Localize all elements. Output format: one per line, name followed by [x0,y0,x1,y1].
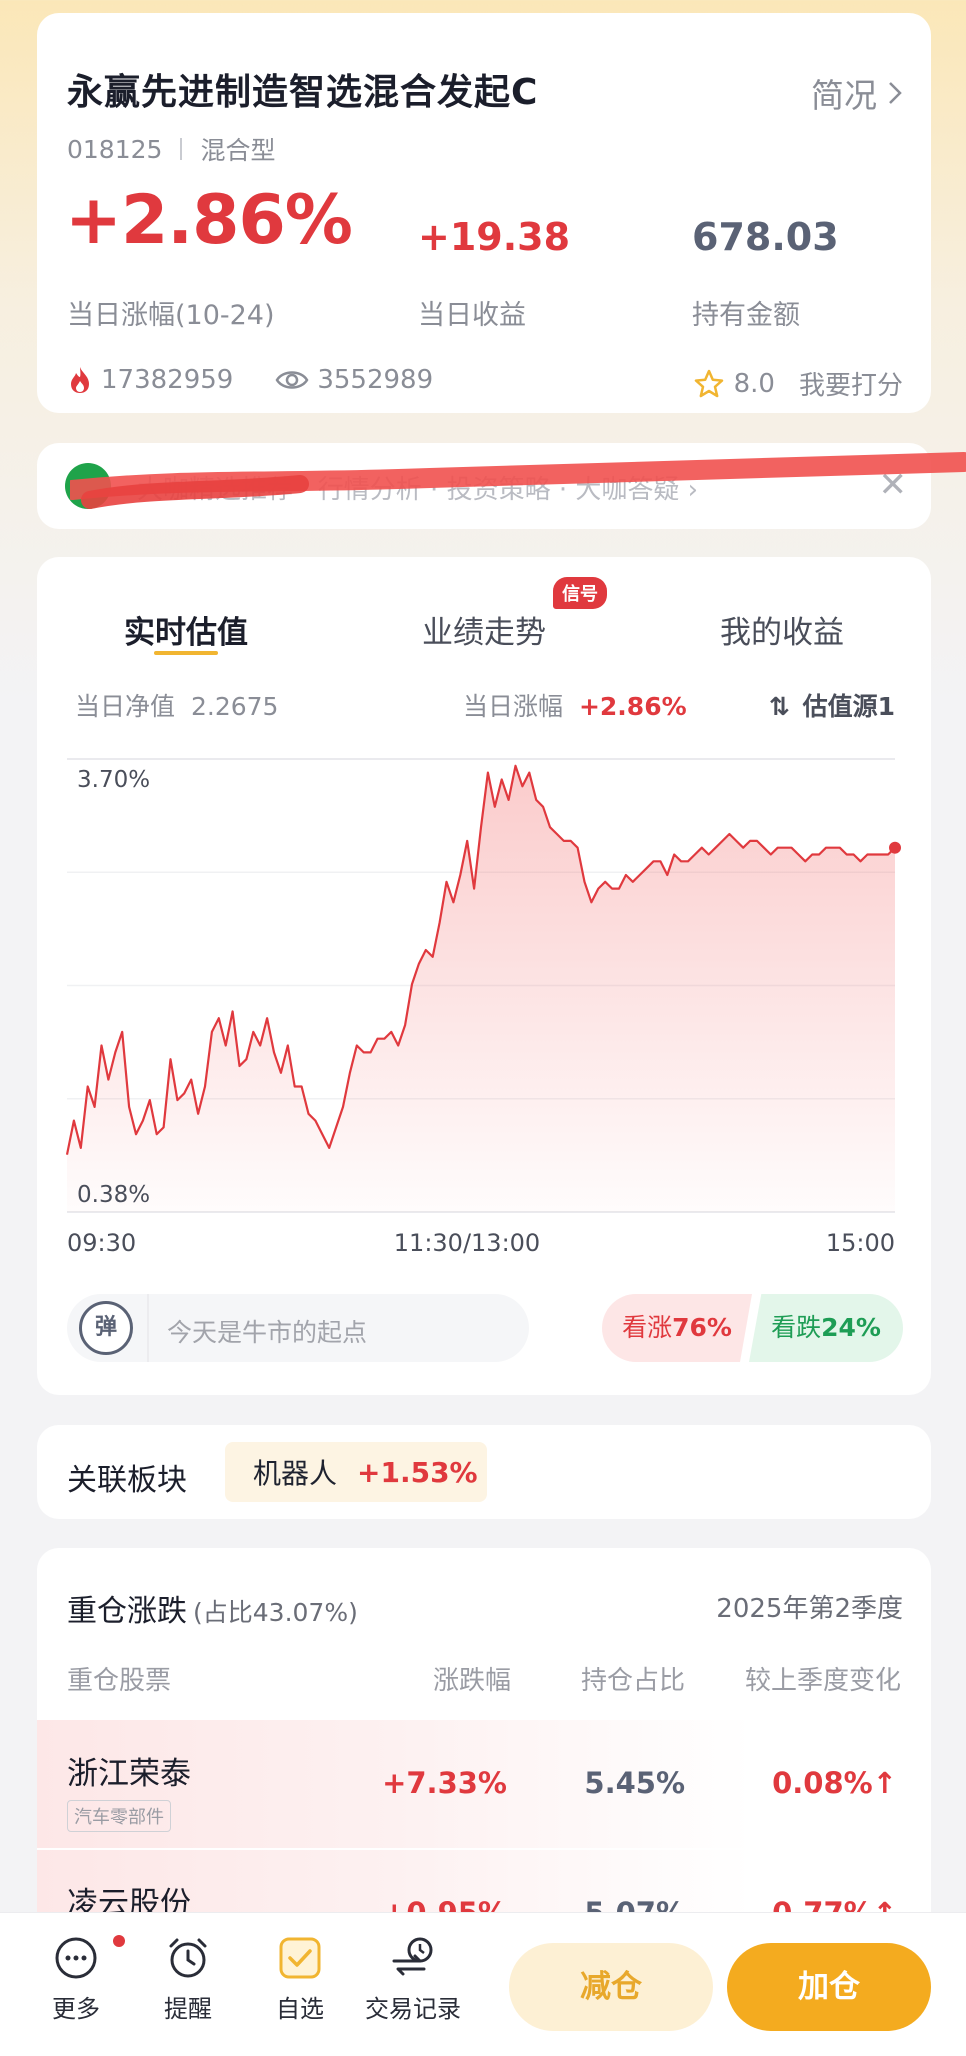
y-tick-label-top: 3.70% [77,767,150,793]
reduce-position-button[interactable]: 减仓 [509,1943,713,2031]
x-tick-label: 11:30/13:00 [394,1229,540,1257]
x-tick-label: 15:00 [826,1229,895,1257]
holding-amount-value: 678.03 [692,215,839,259]
holdings-title-text: 重仓涨跌 [67,1594,187,1629]
daily-income-label: 当日收益 [418,300,526,331]
score-value: 8.0 [733,368,775,399]
fund-intro-link[interactable]: 简况 [811,69,903,117]
daily-change-value: +2.86% [65,181,353,260]
sector-chip[interactable]: 机器人 +1.53% [225,1442,487,1502]
col-quarter-change: 较上季度变化 [744,1666,901,1696]
checkbox-icon [279,1937,321,1979]
remind-label: 提醒 [164,1995,212,2023]
fund-type: 混合型 [200,136,276,165]
chevron-right-icon [889,82,902,104]
trade-records-button[interactable]: 交易记录 [360,1935,466,2024]
transaction-history-icon [392,1937,433,1976]
sector-label: 关联板块 [67,1463,187,1498]
remind-button[interactable]: 提醒 [160,1935,216,2024]
sector-change: +1.53% [357,1455,478,1489]
bull-value: 76% [672,1313,732,1342]
daily-income-value: +19.38 [418,215,571,259]
estimate-chart[interactable]: 3.70% 0.38% 09:30 11:30/13:00 15:00 [37,557,931,1277]
x-tick-label: 09:30 [67,1229,136,1257]
y-tick-label-bottom: 0.38% [77,1182,150,1208]
chart-latest-point [889,841,901,854]
bull-label: 看涨 [622,1313,673,1342]
close-icon[interactable]: ✕ [879,465,908,505]
stock-change: +7.33% [382,1766,507,1800]
popularity-stats: 17382959 3552989 [67,365,433,395]
fund-meta: 018125 混合型 [67,131,275,167]
holding-row[interactable]: 浙江荣泰 汽车零部件 +7.33% 5.45% 0.08%↑ [37,1720,931,1848]
eye-icon [275,371,309,389]
stock-industry-tag: 汽车零部件 [67,1800,171,1832]
alarm-clock-icon [169,1938,207,1978]
meta-divider [180,138,183,160]
estimate-chart-card: 实时估值 业绩走势 我的收益 信号 当日净值 2.2675 当日涨幅 +2.86… [37,557,931,1395]
trade-records-label: 交易记录 [365,1995,461,2023]
stock-name: 浙江荣泰 [67,1756,191,1792]
danmu-divider [147,1294,149,1362]
holdings-ratio: (占比43.07%) [193,1598,358,1627]
promo-banner[interactable]: 大咖精选推荐 · 行情分析 · 投资策略 · 大咖答疑 › ✕ [37,443,931,529]
bear-vote-button[interactable]: 看跌24% [749,1294,903,1362]
stock-quarter-delta: 0.08%↑ [772,1766,897,1800]
notification-dot [113,1935,125,1947]
watchlist-button[interactable]: 自选 [272,1935,328,2024]
more-button[interactable]: 更多 [48,1935,104,2024]
col-change: 涨跌幅 [432,1666,511,1696]
fund-name: 永赢先进制造智选混合发起C [67,72,539,113]
banner-logo-icon [65,463,111,509]
bear-label: 看跌 [771,1313,822,1342]
fund-overview-card: 永赢先进制造智选混合发起C 简况 018125 混合型 +2.86% 当日涨幅(… [37,13,931,413]
fund-code: 018125 [67,134,163,164]
bear-value: 24% [821,1313,881,1342]
stock-position: 5.45% [584,1766,685,1800]
danmu-placeholder: 今天是牛市的起点 [167,1318,368,1347]
rate-button[interactable]: 我要打分 [799,365,903,402]
view-count: 3552989 [317,365,434,395]
danmu-icon: 弹 [79,1301,133,1355]
holdings-quarter[interactable]: 2025年第2季度 [716,1588,903,1625]
fund-intro-label: 简况 [811,76,877,115]
col-position: 持仓占比 [580,1666,685,1696]
sector-name: 机器人 [253,1457,338,1490]
bottom-action-bar: 更多 提醒 自选 交易记录 减仓 加仓 [0,1912,966,2056]
bull-vote-button[interactable]: 看涨76% [602,1294,752,1362]
star-icon [694,369,723,397]
more-icon [55,1937,97,1979]
watchlist-label: 自选 [276,1995,324,2023]
holding-amount-label: 持有金额 [692,300,800,331]
more-label: 更多 [52,1995,100,2023]
add-position-button[interactable]: 加仓 [727,1943,931,2031]
holdings-title: 重仓涨跌 (占比43.07%) [67,1586,358,1630]
related-sector-card: 关联板块 机器人 +1.53% [37,1425,931,1519]
fire-icon [71,367,89,393]
banner-text: 大咖精选推荐 · 行情分析 · 投资策略 · 大咖答疑 › [137,475,699,505]
danmu-input[interactable]: 弹 今天是牛市的起点 [67,1294,529,1362]
rating-area[interactable]: 8.0 我要打分 [694,365,903,402]
daily-change-label: 当日涨幅(10-24) [67,300,275,331]
col-stock: 重仓股票 [67,1666,172,1696]
heat-count: 17382959 [101,365,234,395]
